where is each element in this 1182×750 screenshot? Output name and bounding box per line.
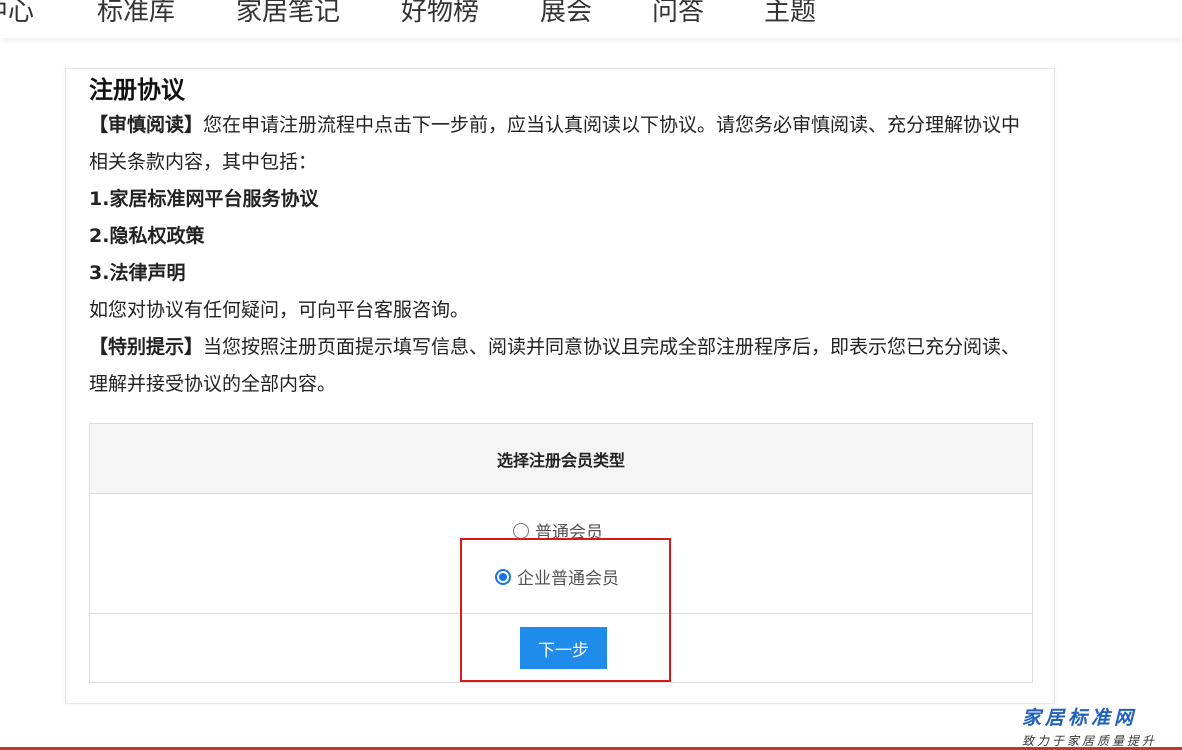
nav-item-ranking[interactable]: 好物榜 [401,0,479,34]
agreement-item-legal[interactable]: 3.法律声明 [89,255,1035,292]
caution-label: 【审慎阅读】 [89,114,204,136]
nav-item-notes[interactable]: 家居笔记 [236,0,340,34]
nav-item-qa[interactable]: 问答 [652,0,704,34]
agreement-item-privacy[interactable]: 2.隐私权政策 [89,218,1035,255]
member-type-header: 选择注册会员类型 [90,424,1032,494]
agreement-card: 注册协议 【审慎阅读】您在申请注册流程中点击下一步前，应当认真阅读以下协议。请您… [65,68,1055,704]
nav-item-topics[interactable]: 主题 [764,0,816,34]
member-type-table: 选择注册会员类型 普通会员 企业普通会员 下一步 [89,423,1033,683]
watermark: 家居标准网 致力于家居质量提升 [1022,703,1182,749]
notice-text: 当您按照注册页面提示填写信息、阅读并同意协议且完成全部注册程序后，即表示您已充分… [89,336,1021,395]
page-title: 注册协议 [89,76,185,104]
option-enterprise-member-label: 企业普通会员 [517,569,619,589]
radio-enterprise-member[interactable] [495,568,511,585]
agreement-item-service[interactable]: 1.家居标准网平台服务协议 [89,181,1035,218]
notice-paragraph: 【特别提示】当您按照注册页面提示填写信息、阅读并同意协议且完成全部注册程序后，即… [89,329,1035,403]
caution-paragraph: 【审慎阅读】您在申请注册流程中点击下一步前，应当认真阅读以下协议。请您务必审慎阅… [89,107,1035,181]
radio-regular-member[interactable] [513,522,529,539]
agreement-text: 【审慎阅读】您在申请注册流程中点击下一步前，应当认真阅读以下协议。请您务必审慎阅… [89,107,1035,403]
nav-item-standards[interactable]: 标准库 [97,0,175,34]
nav-item-center[interactable]: 中心 [0,0,34,34]
caution-text: 您在申请注册流程中点击下一步前，应当认真阅读以下协议。请您务必审慎阅读、充分理解… [89,114,1021,173]
option-regular-member[interactable]: 普通会员 [513,518,603,543]
watermark-title: 家居标准网 [1022,707,1138,729]
top-nav: 中心 标准库 家居笔记 好物榜 展会 问答 主题 [0,0,1182,38]
nav-item-expo[interactable]: 展会 [540,0,592,34]
notice-label: 【特别提示】 [89,336,204,358]
member-type-actions: 下一步 [90,614,1032,683]
option-enterprise-member[interactable]: 企业普通会员 [495,564,619,589]
member-type-options: 普通会员 企业普通会员 [90,494,1032,614]
inquiry-text: 如您对协议有任何疑问，可向平台客服咨询。 [89,299,470,321]
option-regular-member-label: 普通会员 [535,523,603,543]
next-step-button[interactable]: 下一步 [520,627,607,669]
